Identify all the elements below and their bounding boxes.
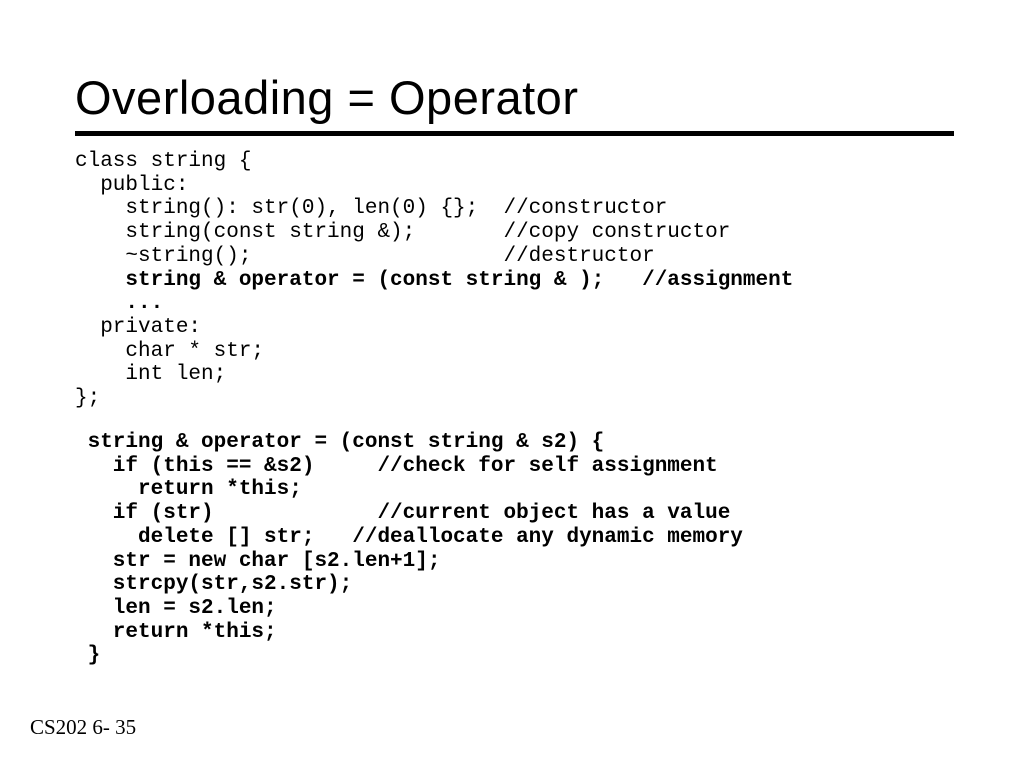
code-line: ~string(); //destructor <box>75 245 655 268</box>
code-block-impl: string & operator = (const string & s2) … <box>75 431 954 668</box>
code-line: int len; <box>75 363 226 386</box>
code-line: return *this; <box>75 478 302 501</box>
code-line: }; <box>75 387 100 410</box>
code-line: return *this; <box>75 621 277 644</box>
code-line: string(): str(0), len(0) {}; //construct… <box>75 197 667 220</box>
code-line: if (str) //current object has a value <box>75 502 730 525</box>
code-line: if (this == &s2) //check for self assign… <box>75 455 718 478</box>
code-line-bold: ... <box>75 292 163 315</box>
code-line: delete [] str; //deallocate any dynamic … <box>75 526 743 549</box>
code-line: strcpy(str,s2.str); <box>75 573 352 596</box>
code-line: public: <box>75 174 188 197</box>
code-line: len = s2.len; <box>75 597 277 620</box>
title-rule <box>75 131 954 136</box>
code-block-class-def: class string { public: string(): str(0),… <box>75 150 954 411</box>
code-line: string & operator = (const string & s2) … <box>75 431 604 454</box>
code-line: class string { <box>75 150 251 173</box>
code-line: private: <box>75 316 201 339</box>
code-line: char * str; <box>75 340 264 363</box>
code-line: str = new char [s2.len+1]; <box>75 550 440 573</box>
slide: Overloading = Operator class string { pu… <box>0 0 1024 768</box>
code-line: string(const string &); //copy construct… <box>75 221 730 244</box>
code-line-bold: string & operator = (const string & ); /… <box>75 269 793 292</box>
code-line: } <box>75 644 100 667</box>
slide-title: Overloading = Operator <box>75 70 954 125</box>
slide-footer: CS202 6- 35 <box>30 715 136 740</box>
